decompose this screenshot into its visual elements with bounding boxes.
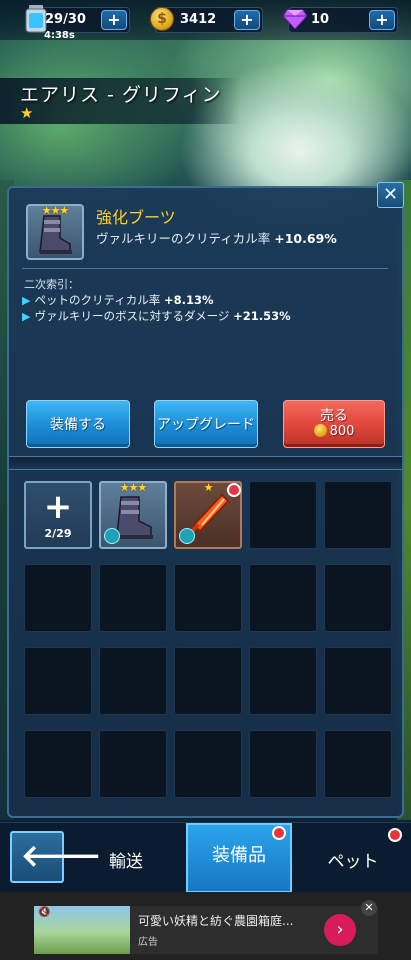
back-button[interactable]: 🡐 bbox=[10, 831, 101, 883]
gem-value: 10 bbox=[311, 12, 330, 27]
expand-inventory-button[interactable]: + 2/29 bbox=[24, 481, 92, 549]
sell-price-value: 800 bbox=[329, 424, 355, 439]
tab-transport[interactable]: 輸送 bbox=[74, 823, 178, 893]
ad-label: 広告 bbox=[138, 937, 158, 948]
inventory-slot-empty[interactable] bbox=[249, 564, 317, 632]
inventory-slot-empty[interactable] bbox=[174, 730, 242, 798]
equip-button-label: 装備する bbox=[50, 417, 106, 433]
secondary-stat-value: +21.53% bbox=[233, 309, 291, 323]
energy-value: 29/30 bbox=[45, 12, 86, 27]
resource-bar: 29/30 + 4:38s $ 3412 + 10 + bbox=[0, 0, 411, 41]
inventory-slot-empty[interactable] bbox=[24, 647, 92, 715]
coin-icon bbox=[313, 424, 327, 437]
inventory-slot-empty[interactable] bbox=[249, 481, 317, 549]
inventory-slot-empty[interactable] bbox=[324, 564, 392, 632]
play-arrow-icon: ▶ bbox=[22, 310, 31, 323]
inventory-slot-empty[interactable] bbox=[324, 481, 392, 549]
equipment-tab-notification-dot bbox=[272, 826, 286, 840]
upgrade-button-label: アップグレード bbox=[157, 417, 255, 433]
sell-button[interactable]: 売る 800 bbox=[283, 400, 385, 448]
secondary-stat-1: ▶ ペットのクリティカル率 +8.13% bbox=[22, 292, 213, 308]
ad-banner[interactable]: 可愛い妖精と紡ぐ農園箱庭... 広告 › 🔇 ✕ bbox=[0, 892, 411, 960]
mute-icon[interactable]: 🔇 bbox=[38, 907, 52, 921]
hero-star-icon: ★ bbox=[20, 104, 34, 122]
energy-timer: 4:38s bbox=[44, 30, 75, 41]
tab-label: ペット bbox=[327, 852, 379, 872]
coin-counter: $ 3412 + bbox=[150, 7, 263, 33]
add-gems-button[interactable]: + bbox=[369, 10, 395, 30]
coin-icon: $ bbox=[150, 7, 174, 31]
coin-value: 3412 bbox=[180, 12, 217, 27]
inventory-slot-empty[interactable] bbox=[99, 564, 167, 632]
secondary-stat-label: ヴァルキリーのボスに対するダメージ bbox=[34, 309, 230, 323]
secondary-stats-header: 二次索引： bbox=[24, 278, 79, 291]
item-stars: ★★★ bbox=[41, 204, 70, 217]
gem-icon bbox=[283, 9, 307, 29]
ad-title: 可愛い妖精と紡ぐ農園箱庭... bbox=[138, 914, 294, 928]
hero-name: エアリス - グリフィン bbox=[20, 84, 222, 106]
add-coins-button[interactable]: + bbox=[234, 10, 260, 30]
panel-divider bbox=[9, 456, 402, 470]
main-stat-value: +10.69% bbox=[274, 231, 337, 246]
tab-label: 輸送 bbox=[109, 852, 143, 872]
inventory-slot-empty[interactable] bbox=[249, 730, 317, 798]
plus-icon: + bbox=[43, 487, 73, 527]
hero-name-banner: エアリス - グリフィン ★ bbox=[0, 78, 240, 124]
sell-price: 800 bbox=[284, 424, 384, 439]
gem-counter: 10 + bbox=[283, 7, 398, 33]
inventory-slot-empty[interactable] bbox=[99, 730, 167, 798]
equip-button[interactable]: 装備する bbox=[26, 400, 130, 448]
detail-separator bbox=[22, 268, 388, 269]
ad-close-button[interactable]: ✕ bbox=[361, 900, 377, 916]
new-item-notification-dot bbox=[227, 483, 241, 497]
inventory-slot-empty[interactable] bbox=[324, 730, 392, 798]
inventory-slot-boots[interactable]: ★★★ bbox=[99, 481, 167, 549]
inventory-capacity: 2/29 bbox=[44, 527, 72, 540]
ad-cta-arrow-icon[interactable]: › bbox=[324, 914, 356, 946]
tab-label: 装備品 bbox=[212, 845, 266, 866]
item-stars: ★ bbox=[203, 481, 214, 494]
item-name: 強化ブーツ bbox=[96, 208, 176, 227]
inventory-slot-empty[interactable] bbox=[24, 564, 92, 632]
item-stars: ★★★ bbox=[119, 481, 148, 494]
close-button[interactable]: ✕ bbox=[377, 182, 404, 208]
bottom-navigation: 🡐 輸送 装備品 ペット bbox=[0, 822, 411, 893]
inventory-slot-empty[interactable] bbox=[324, 647, 392, 715]
add-energy-button[interactable]: + bbox=[101, 10, 127, 30]
item-main-stat: ヴァルキリーのクリティカル率 +10.69% bbox=[96, 228, 337, 247]
sell-button-label: 売る bbox=[320, 408, 348, 424]
item-type-badge-icon bbox=[179, 528, 195, 544]
inventory-slot-empty[interactable] bbox=[249, 647, 317, 715]
inventory-slot-empty[interactable] bbox=[174, 647, 242, 715]
secondary-stat-label: ペットのクリティカル率 bbox=[34, 293, 161, 307]
upgrade-button[interactable]: アップグレード bbox=[154, 400, 258, 448]
ad-content[interactable]: 可愛い妖精と紡ぐ農園箱庭... 広告 › bbox=[34, 906, 378, 954]
selected-item-thumbnail: ★★★ bbox=[26, 204, 84, 260]
inventory-slot-empty[interactable] bbox=[24, 730, 92, 798]
main-stat-label: ヴァルキリーのクリティカル率 bbox=[96, 231, 271, 246]
inventory-slot-empty[interactable] bbox=[174, 564, 242, 632]
inventory-slot-empty[interactable] bbox=[99, 647, 167, 715]
secondary-stat-2: ▶ ヴァルキリーのボスに対するダメージ +21.53% bbox=[22, 308, 291, 324]
pet-tab-notification-dot bbox=[388, 828, 402, 842]
play-arrow-icon: ▶ bbox=[22, 294, 31, 307]
secondary-stat-value: +8.13% bbox=[163, 293, 214, 307]
item-type-badge-icon bbox=[104, 528, 120, 544]
